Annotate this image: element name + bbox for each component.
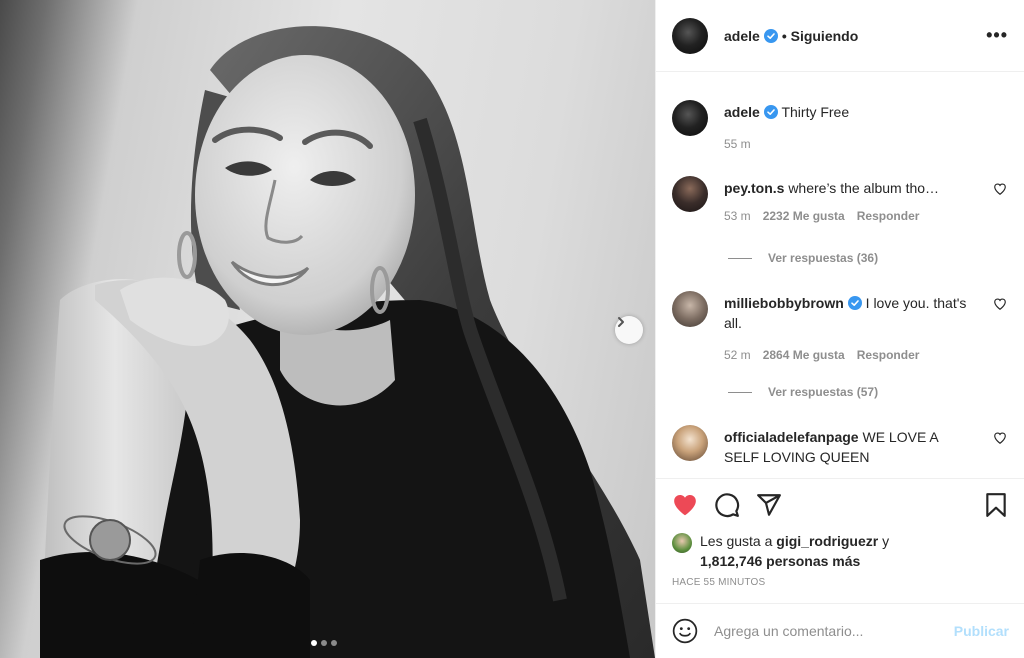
add-comment-form: Publicar (656, 603, 1024, 658)
caption-text: Thirty Free (781, 104, 850, 120)
likes-count[interactable]: 1,812,746 personas más (700, 553, 860, 569)
comment-username[interactable]: officialadelefanpage (724, 429, 859, 445)
comment-username[interactable]: pey.ton.s (724, 180, 784, 196)
heart-filled-icon (674, 495, 696, 516)
author-avatar[interactable] (672, 100, 708, 136)
like-button[interactable] (672, 492, 698, 518)
liker-username[interactable]: gigi_rodriguezr (776, 533, 878, 549)
caption-time: 55 m (724, 137, 751, 151)
caption-row: adele Thirty Free 55 m (672, 100, 1009, 154)
emoji-smiley-icon[interactable] (672, 618, 698, 644)
author-info: adele • Siguiendo (724, 28, 858, 44)
commenter-avatar[interactable] (672, 176, 708, 212)
comment-time: 52 m (724, 348, 751, 362)
comment-username[interactable]: milliebobbybrown (724, 295, 844, 311)
comment-text: where’s the album tho… (788, 180, 940, 196)
commenter-avatar[interactable] (672, 291, 708, 327)
comment-body: milliebobbybrown I love you. that's all.… (724, 291, 974, 365)
comment-like-heart-icon[interactable] (993, 182, 1007, 196)
reply-button[interactable]: Responder (857, 206, 920, 226)
comment-item: officialadelefanpage WE LOVE A SELF LOVI… (672, 425, 1009, 467)
verified-badge-icon (763, 28, 778, 43)
post-side-panel: adele • Siguiendo ••• adele Thirty Free … (655, 0, 1024, 658)
likes-conj: y (882, 533, 890, 549)
likes-summary: Les gusta a gigi_rodriguezr y 1,812,746 … (656, 531, 1024, 571)
verified-badge-icon (763, 105, 778, 119)
next-photo-button[interactable] (615, 316, 643, 344)
caption-username[interactable]: adele (724, 104, 760, 120)
save-button[interactable] (983, 492, 1009, 518)
more-options-icon[interactable]: ••• (986, 25, 1008, 46)
comment-button[interactable] (714, 492, 740, 518)
carousel-dot (321, 640, 327, 646)
comment-bubble-icon (715, 493, 740, 518)
post-header: adele • Siguiendo ••• (656, 0, 1024, 72)
liker-avatar[interactable] (672, 533, 692, 553)
reply-button[interactable]: Responder (857, 345, 920, 365)
post-photo[interactable] (0, 0, 655, 658)
comment-input[interactable] (714, 623, 954, 639)
portrait-image (40, 26, 655, 658)
send-paper-plane-icon (757, 494, 781, 516)
likes-prefix: Les gusta a (700, 533, 773, 549)
bookmark-icon (986, 493, 1006, 517)
carousel-dot-active (311, 640, 317, 646)
comment-item: milliebobbybrown I love you. that's all.… (672, 291, 1009, 365)
replies-divider (728, 391, 752, 393)
post-timestamp[interactable]: HACE 55 MINUTOS (656, 577, 1024, 588)
publish-button[interactable]: Publicar (954, 623, 1009, 639)
comment-body: pey.ton.s where’s the album tho… 53 m 22… (724, 176, 974, 226)
comments-list[interactable]: adele Thirty Free 55 m pey.ton.s where’s… (656, 72, 1024, 478)
author-avatar[interactable] (672, 17, 708, 54)
view-replies-label: Ver respuestas (36) (768, 251, 879, 265)
commenter-avatar[interactable] (672, 425, 708, 461)
view-replies-label: Ver respuestas (57) (768, 385, 879, 399)
comment-like-count[interactable]: 2864 Me gusta (763, 345, 845, 365)
view-replies-button[interactable]: Ver respuestas (57) (728, 385, 878, 399)
comment-item: pey.ton.s where’s the album tho… 53 m 22… (672, 176, 1009, 226)
caption-body: adele Thirty Free 55 m (724, 100, 974, 154)
carousel-indicator (311, 640, 337, 646)
comment-body: officialadelefanpage WE LOVE A SELF LOVI… (724, 425, 974, 467)
comment-like-count[interactable]: 2232 Me gusta (763, 206, 845, 226)
comment-like-heart-icon[interactable] (993, 297, 1007, 311)
share-button[interactable] (756, 492, 782, 518)
follow-status[interactable]: • Siguiendo (782, 28, 858, 44)
action-bar (656, 479, 1024, 531)
replies-divider (728, 257, 752, 259)
author-username[interactable]: adele (724, 28, 760, 44)
view-replies-button[interactable]: Ver respuestas (36) (728, 251, 878, 265)
comment-like-heart-icon[interactable] (993, 431, 1007, 445)
chevron-right-icon (618, 317, 624, 327)
verified-badge-icon (847, 296, 862, 310)
carousel-dot (331, 640, 337, 646)
comment-time: 53 m (724, 209, 751, 223)
post-actions-section: Les gusta a gigi_rodriguezr y 1,812,746 … (656, 478, 1024, 588)
likes-text: Les gusta a gigi_rodriguezr y 1,812,746 … (700, 531, 889, 571)
